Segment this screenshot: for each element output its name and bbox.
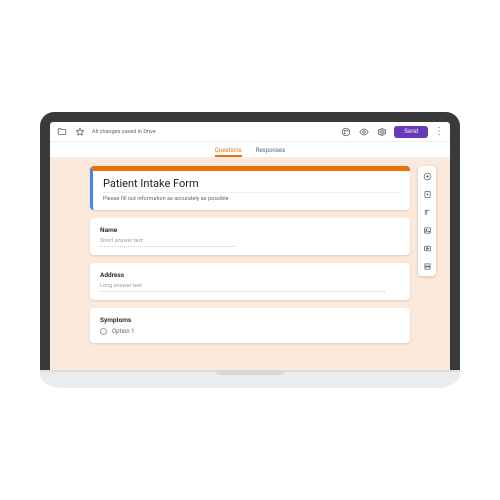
add-image-icon[interactable] <box>421 224 433 236</box>
app-window: All changes saved in Drive Send ⋮ Questi… <box>50 122 450 370</box>
tabs-row: Questions Responses <box>50 142 450 158</box>
form-title-input[interactable]: Patient Intake Form <box>103 177 400 193</box>
tab-responses[interactable]: Responses <box>256 147 285 157</box>
radio-option-label[interactable]: Option 1 <box>112 328 135 335</box>
add-section-icon[interactable] <box>421 260 433 272</box>
add-title-icon[interactable] <box>421 206 433 218</box>
star-icon[interactable] <box>74 126 86 138</box>
radio-option[interactable]: Option 1 <box>100 328 400 335</box>
radio-icon <box>100 328 107 335</box>
form-description-input[interactable]: Please fill out information as accuratel… <box>103 196 400 202</box>
short-answer-placeholder: Short answer text <box>100 238 235 247</box>
folder-icon[interactable] <box>56 126 68 138</box>
question-label[interactable]: Symptoms <box>100 316 400 324</box>
question-card-address[interactable]: Address Long answer text <box>90 263 410 300</box>
laptop-base <box>40 370 460 388</box>
import-questions-icon[interactable] <box>421 188 433 200</box>
form-canvas: Patient Intake Form Please fill out info… <box>50 158 450 370</box>
send-button[interactable]: Send <box>394 126 428 138</box>
question-label[interactable]: Name <box>100 226 400 234</box>
question-card-name[interactable]: Name Short answer text <box>90 218 410 255</box>
laptop-frame: All changes saved in Drive Send ⋮ Questi… <box>40 112 460 388</box>
tab-questions[interactable]: Questions <box>215 147 242 157</box>
screen-bezel: All changes saved in Drive Send ⋮ Questi… <box>40 112 460 370</box>
add-video-icon[interactable] <box>421 242 433 254</box>
question-card-symptoms[interactable]: Symptoms Option 1 <box>90 308 410 343</box>
gear-icon[interactable] <box>376 126 388 138</box>
question-label[interactable]: Address <box>100 271 400 279</box>
palette-icon[interactable] <box>340 126 352 138</box>
preview-icon[interactable] <box>358 126 370 138</box>
top-toolbar: All changes saved in Drive Send ⋮ <box>50 122 450 142</box>
more-icon[interactable]: ⋮ <box>434 127 444 137</box>
long-answer-placeholder: Long answer text <box>100 283 385 292</box>
floating-side-toolbar <box>418 166 436 276</box>
save-status: All changes saved in Drive <box>92 129 156 135</box>
add-question-icon[interactable] <box>421 170 433 182</box>
form-title-card[interactable]: Patient Intake Form Please fill out info… <box>90 166 410 210</box>
